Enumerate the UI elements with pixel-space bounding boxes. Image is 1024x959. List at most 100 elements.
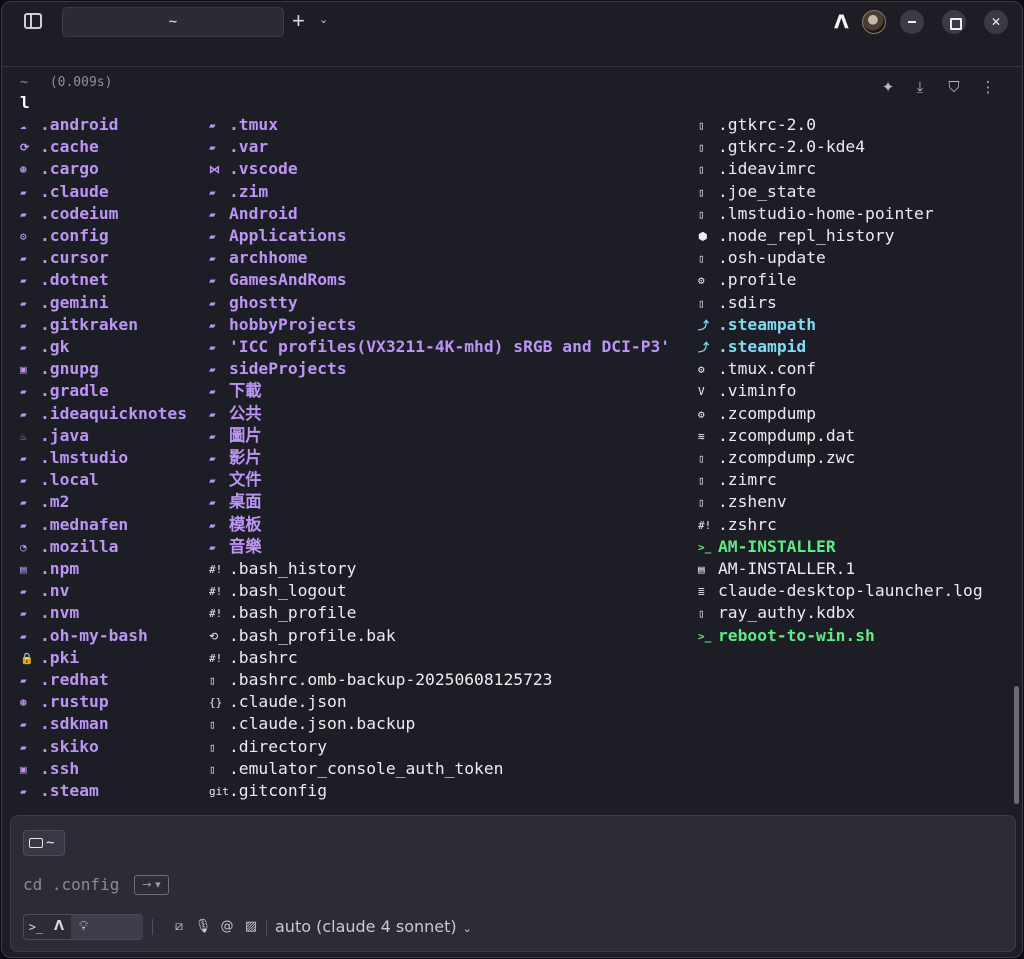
directory-entry[interactable]: ▤ .npm [20, 558, 79, 580]
file-entry[interactable]: ▯ .ideavimrc [698, 158, 816, 180]
directory-entry[interactable]: ▰ 影片 [209, 447, 262, 469]
directory-entry[interactable]: ▰ .sdkman [20, 713, 109, 735]
directory-entry[interactable]: ▰ .redhat [20, 669, 109, 691]
directory-entry[interactable]: ⋈ .vscode [209, 158, 298, 180]
directory-entry[interactable]: ▰ .gradle [20, 380, 109, 402]
directory-entry[interactable]: ⟳ .cache [20, 136, 99, 158]
directory-entry[interactable]: ▰ 桌面 [209, 491, 262, 513]
directory-entry[interactable]: ▰ .nv [20, 580, 69, 602]
directory-entry[interactable]: ▰ 文件 [209, 469, 262, 491]
directory-entry[interactable]: ▰ sideProjects [209, 358, 347, 380]
directory-entry[interactable]: ▰ hobbyProjects [209, 314, 356, 336]
directory-entry[interactable]: ▣ .gnupg [20, 358, 99, 380]
file-entry[interactable]: V .viminfo [698, 380, 796, 402]
file-entry[interactable]: ▯ .emulator_console_auth_token [209, 758, 503, 780]
directory-entry[interactable]: ▰ 下載 [209, 380, 262, 402]
directory-entry[interactable]: ▰ ghostty [209, 292, 298, 314]
file-entry[interactable]: #! .bash_history [209, 558, 356, 580]
auto-mode-button[interactable]: 💡︎ [71, 915, 143, 939]
directory-entry[interactable]: ▰ Android [209, 203, 298, 225]
mention-icon[interactable]: @ [217, 917, 237, 937]
file-entry[interactable]: >_ AM-INSTALLER [698, 536, 836, 558]
file-entry[interactable]: ▯ .zcompdump.zwc [698, 447, 855, 469]
microphone-icon[interactable]: 🎙︎ [193, 917, 213, 937]
file-entry[interactable]: ▯ .gtkrc-2.0-kde4 [698, 136, 865, 158]
directory-entry[interactable]: ⊛ .rustup [20, 691, 109, 713]
accept-suggestion-chip[interactable]: → ▾ [134, 875, 169, 895]
directory-entry[interactable]: ☁ .android [20, 114, 118, 136]
file-entry[interactable]: ▯ .sdirs [698, 292, 777, 314]
file-entry[interactable]: ⤴ .steampid [698, 336, 806, 358]
cwd-chip[interactable]: ~ [23, 830, 65, 856]
file-entry[interactable]: #! .bashrc [209, 647, 298, 669]
file-entry[interactable]: ▯ .claude.json.backup [209, 713, 415, 735]
directory-entry[interactable]: ▰ .nvm [20, 602, 79, 624]
avatar[interactable] [862, 10, 886, 34]
directory-entry[interactable]: ▰ .tmux [209, 114, 278, 136]
close-button[interactable]: ✕ [984, 10, 1008, 34]
filter-icon[interactable]: ⛉ [944, 78, 964, 98]
sparkle-icon[interactable]: ✦ [878, 78, 898, 98]
file-entry[interactable]: ▯ .zshenv [698, 491, 787, 513]
agent-mode-icon[interactable]: Λ [49, 915, 69, 939]
directory-entry[interactable]: ▰ .var [209, 136, 268, 158]
directory-entry[interactable]: ▰ 公共 [209, 403, 262, 425]
slash-command-icon[interactable]: ⧄ [169, 917, 189, 937]
maximize-button[interactable] [942, 10, 966, 34]
directory-entry[interactable]: ⚙ .config [20, 225, 109, 247]
directory-entry[interactable]: ▰ .m2 [20, 491, 69, 513]
file-entry[interactable]: ▯ .bashrc.omb-backup-20250608125723 [209, 669, 552, 691]
file-entry[interactable]: ⬢ .node_repl_history [698, 225, 894, 247]
directory-entry[interactable]: ▣ .ssh [20, 758, 79, 780]
directory-entry[interactable]: ▰ 音樂 [209, 536, 262, 558]
file-entry[interactable]: ⚙ .zcompdump [698, 403, 816, 425]
file-entry[interactable]: #! .zshrc [698, 514, 777, 536]
agent-icon[interactable]: Λ [834, 11, 849, 33]
chevron-down-icon[interactable]: ⌄ [319, 13, 328, 26]
directory-entry[interactable]: ♨ .java [20, 425, 89, 447]
file-entry[interactable]: #! .bash_logout [209, 580, 347, 602]
directory-entry[interactable]: ▰ archhome [209, 247, 307, 269]
new-tab-button[interactable]: + [292, 8, 305, 34]
directory-entry[interactable]: ▰ 圖片 [209, 425, 262, 447]
directory-entry[interactable]: ▰ .codeium [20, 203, 118, 225]
directory-entry[interactable]: ▰ .mednafen [20, 514, 128, 536]
file-entry[interactable]: ▯ .lmstudio-home-pointer [698, 203, 934, 225]
file-entry[interactable]: ⤴ .steampath [698, 314, 816, 336]
directory-entry[interactable]: ▰ 模板 [209, 514, 262, 536]
directory-entry[interactable]: ▰ .steam [20, 780, 99, 802]
directory-entry[interactable]: ▰ .skiko [20, 736, 99, 758]
file-entry[interactable]: ▯ .gtkrc-2.0 [698, 114, 816, 136]
directory-entry[interactable]: 🔒 .pki [20, 647, 79, 669]
directory-entry[interactable]: ⊛ .cargo [20, 158, 99, 180]
file-entry[interactable]: ≣ claude-desktop-launcher.log [698, 580, 983, 602]
directory-entry[interactable]: ▰ .gemini [20, 292, 109, 314]
command-input[interactable] [23, 872, 523, 896]
directory-entry[interactable]: ▰ .dotnet [20, 269, 109, 291]
terminal-mode-icon[interactable]: >_ [24, 915, 48, 939]
sidebar-toggle-icon[interactable] [24, 13, 42, 29]
file-entry[interactable]: ▯ .joe_state [698, 181, 816, 203]
directory-entry[interactable]: ▰ .cursor [20, 247, 109, 269]
directory-entry[interactable]: ▰ .zim [209, 181, 268, 203]
file-entry[interactable]: ≋ .zcompdump.dat [698, 425, 855, 447]
file-entry[interactable]: #! .bash_profile [209, 602, 356, 624]
file-entry[interactable]: ▯ ray_authy.kdbx [698, 602, 855, 624]
minimize-button[interactable] [900, 10, 924, 34]
directory-entry[interactable]: ▰ 'ICC profiles(VX3211-4K-mhd) sRGB and D… [209, 336, 670, 358]
file-entry[interactable]: ⚙ .profile [698, 269, 796, 291]
directory-entry[interactable]: ▰ .gitkraken [20, 314, 138, 336]
file-entry[interactable]: ▯ .osh-update [698, 247, 826, 269]
file-entry[interactable]: ⚙ .tmux.conf [698, 358, 816, 380]
directory-entry[interactable]: ▰ .ideaquicknotes [20, 403, 187, 425]
scrollbar[interactable] [1014, 686, 1019, 804]
download-icon[interactable]: ⤓ [910, 78, 930, 98]
directory-entry[interactable]: ▰ .gk [20, 336, 69, 358]
file-entry[interactable]: ⟲ .bash_profile.bak [209, 625, 396, 647]
model-selector[interactable]: auto (claude 4 sonnet) ⌄ [275, 915, 472, 941]
directory-entry[interactable]: ▰ .lmstudio [20, 447, 128, 469]
directory-entry[interactable]: ▰ .claude [20, 181, 109, 203]
image-icon[interactable]: ▨ [241, 917, 261, 937]
tab-home[interactable]: ~ [62, 7, 284, 37]
file-entry[interactable]: git.gitconfig [209, 780, 327, 802]
